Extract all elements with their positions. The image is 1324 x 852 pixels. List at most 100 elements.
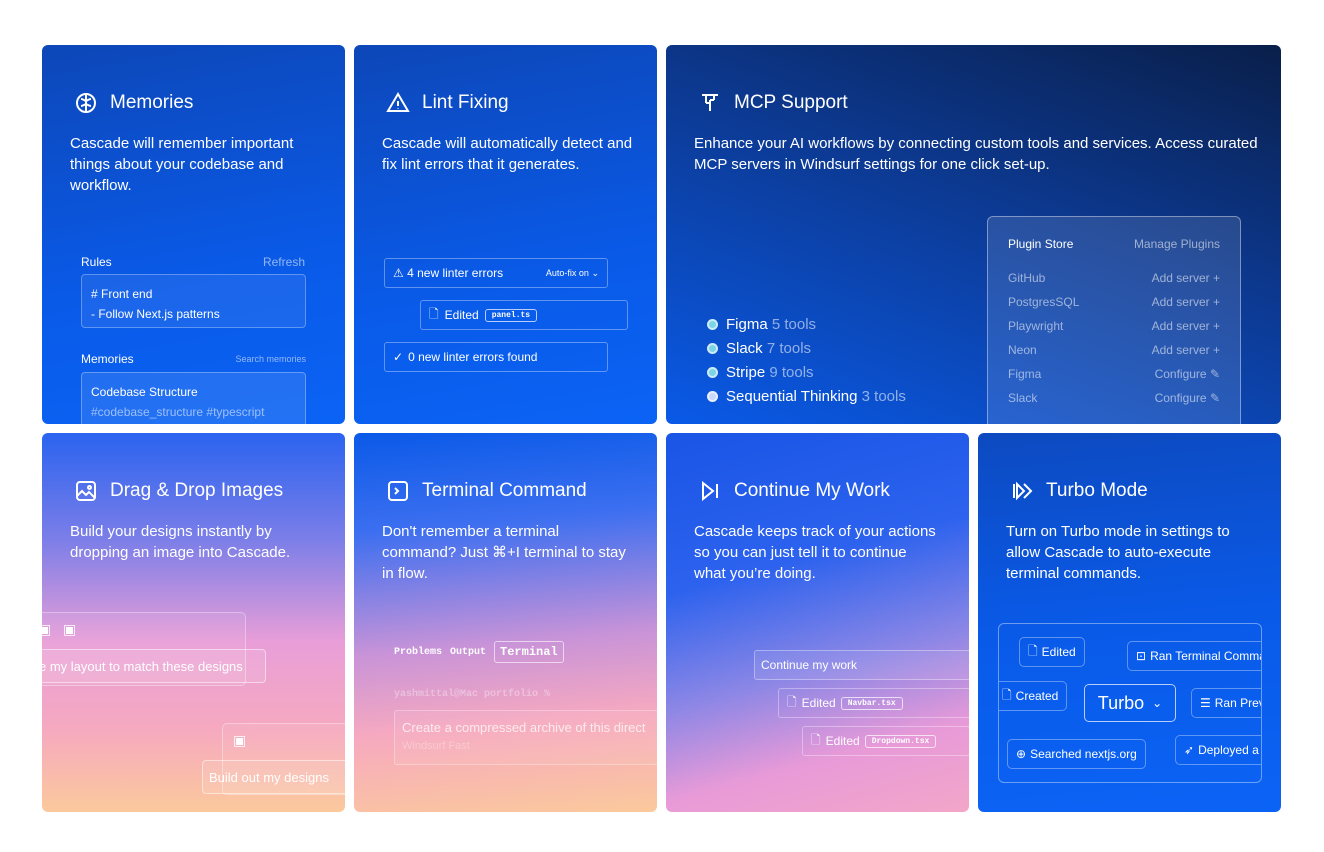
warning-icon <box>386 92 410 112</box>
turbo-panel: 🗋 Edited ⊡ Ran Terminal Comma 🗋 Created Tur… <box>998 623 1262 783</box>
edited-bar: 🗋 Edited panel.ts <box>420 300 628 330</box>
file-icon: 🗋 <box>429 306 439 321</box>
check-icon: ✓ <box>393 350 404 364</box>
terminal-tabs: Problems Output Terminal <box>394 641 564 663</box>
memories-title: Memories <box>110 92 194 113</box>
memories-card: Memories Cascade will remember important… <box>42 45 345 424</box>
file-icon: 🗋 <box>1028 643 1038 658</box>
plugin-store-panel: Plugin Store Manage Plugins GitHub Add se… <box>987 216 1241 424</box>
file-icon: 🗋 <box>787 694 797 709</box>
memories-label: Memories <box>81 352 134 366</box>
status-dot <box>707 343 718 354</box>
rules-label: Rules <box>81 255 112 269</box>
plugin-row: PostgresSQL Add server + <box>1008 290 1220 314</box>
tool-item: Slack 7 tools <box>707 337 906 361</box>
pencil-icon: ✎ <box>1209 391 1220 405</box>
linter-errors-bar[interactable]: ⚠ 4 new linter errors Auto-fix on ⌄ <box>384 258 608 288</box>
continue-prompt[interactable]: Continue my work <box>754 650 969 680</box>
memories-desc: Cascade will remember important things a… <box>70 135 294 194</box>
plugin-row: Figma Configure ✎ <box>1008 367 1220 381</box>
prompt-line: yashmittal@Mac portfolio % <box>394 689 551 700</box>
tools-list: Figma 5 tools Slack 7 tools Stripe 9 too… <box>707 313 906 409</box>
add-server-button[interactable]: Add server + <box>1152 314 1220 338</box>
file-icon: 🗋 <box>811 732 821 747</box>
image-icon: ▣ <box>233 732 247 748</box>
terminal-desc: Don't remember a terminal command? Just … <box>382 523 626 582</box>
file-icon: 🗋 <box>1002 687 1012 702</box>
prompt-input[interactable]: e my layout to match these designs <box>42 649 266 683</box>
terminal-icon <box>388 481 408 501</box>
tab-problems[interactable]: Problems <box>394 647 442 658</box>
terminal-card: Terminal Command Don't remember a termin… <box>354 433 657 812</box>
add-server-button[interactable]: Add server + <box>1152 266 1220 290</box>
continue-label: Continue my work <box>761 658 858 672</box>
drag-card: Drag & Drop Images Build your designs in… <box>42 433 345 812</box>
tool-item: Figma 5 tools <box>707 313 906 337</box>
turbo-desc: Turn on Turbo mode in settings to allow … <box>1006 523 1230 582</box>
memory-item[interactable]: Codebase Structure #codebase_structure #… <box>81 372 306 424</box>
plugin-row: Playwright Add server + <box>1008 314 1220 338</box>
terminal-title: Terminal Command <box>422 480 587 501</box>
configure-button: Configure <box>1154 367 1207 381</box>
chevron-down-icon: ⌄ <box>1152 696 1163 710</box>
globe-icon: ⊕ <box>1016 747 1027 761</box>
mcp-card: MCP Support Enhance your AI workflows by… <box>666 45 1281 424</box>
status-dot <box>707 367 718 378</box>
tool-item: Stripe 9 tools <box>707 361 906 385</box>
chevron-down-icon: ⌄ <box>591 267 599 278</box>
chip-created: 🗋 Created <box>999 681 1068 711</box>
plug-icon <box>702 94 718 111</box>
prompt-input[interactable]: Build out my designs <box>202 760 345 794</box>
search-memories-link[interactable]: Search memories <box>235 354 306 364</box>
configure-button: Configure <box>1154 391 1207 405</box>
lint-card: Lint Fixing Cascade will automatically d… <box>354 45 657 424</box>
rules-box: # Front end - Follow Next.js patterns <box>81 274 306 328</box>
manage-plugins-link[interactable]: Manage Plugins <box>1134 237 1220 251</box>
lint-desc: Cascade will automatically detect and fi… <box>382 135 633 173</box>
plugin-row: Slack Configure ✎ <box>1008 391 1220 405</box>
add-server-button[interactable]: Add server + <box>1152 290 1220 314</box>
drag-title: Drag & Drop Images <box>110 480 284 501</box>
tool-item: Sequential Thinking 3 tools <box>707 385 906 409</box>
server-icon: ☰ <box>1200 696 1211 710</box>
image-icon: ▣ <box>42 621 52 637</box>
found-bar: ✓ 0 new linter errors found <box>384 342 608 372</box>
edited-label: Edited <box>801 696 836 710</box>
refresh-button[interactable]: Refresh <box>263 255 305 269</box>
found-label: 0 new linter errors found <box>408 350 538 364</box>
edited-label: Edited <box>444 308 479 322</box>
command-input[interactable]: Create a compressed archive of this dire… <box>394 710 657 765</box>
command-text: Create a compressed archive of this dire… <box>402 720 646 735</box>
rocket-icon: ➶ <box>1184 743 1195 757</box>
memory-tags: #codebase_structure #typescript <box>91 405 265 419</box>
tab-output[interactable]: Output <box>450 647 486 658</box>
rule-line: - Follow Next.js patterns <box>91 307 220 321</box>
image-icon <box>76 481 96 501</box>
lint-title: Lint Fixing <box>422 92 509 113</box>
turbo-dropdown[interactable]: Turbo ⌄ <box>1084 684 1176 722</box>
mcp-title: MCP Support <box>734 92 848 113</box>
continue-card: Continue My Work Cascade keeps track of … <box>666 433 969 812</box>
prompt-text: Build out my designs <box>209 769 329 785</box>
rule-line: # Front end <box>91 287 153 301</box>
edited-bar: 🗋 Edited Navbar.tsx <box>778 688 969 718</box>
continue-desc: Cascade keeps track of your actions so y… <box>694 523 936 582</box>
add-server-button[interactable]: Add server + <box>1152 338 1220 362</box>
edited-label: Edited <box>825 734 860 748</box>
chip-edited: 🗋 Edited <box>1019 637 1085 667</box>
prompt-text: e my layout to match these designs <box>42 658 243 674</box>
mcp-desc: Enhance your AI workflows by connecting … <box>694 135 1258 173</box>
chip-ran-terminal: ⊡ Ran Terminal Comma <box>1127 641 1261 671</box>
continue-title: Continue My Work <box>734 480 890 501</box>
memory-title: Codebase Structure <box>91 385 198 399</box>
model-label: Windsurf Fast <box>402 740 470 752</box>
file-tag: panel.ts <box>484 308 538 322</box>
pencil-icon: ✎ <box>1209 367 1220 381</box>
autofix-label: Auto-fix on <box>545 267 589 278</box>
status-dot <box>707 391 718 402</box>
brain-icon <box>76 93 96 113</box>
fast-forward-icon <box>1013 481 1033 501</box>
file-tag: Dropdown.tsx <box>864 734 937 748</box>
tab-terminal[interactable]: Terminal <box>494 641 564 663</box>
turbo-card: Turbo Mode Turn on Turbo mode in setting… <box>978 433 1281 812</box>
